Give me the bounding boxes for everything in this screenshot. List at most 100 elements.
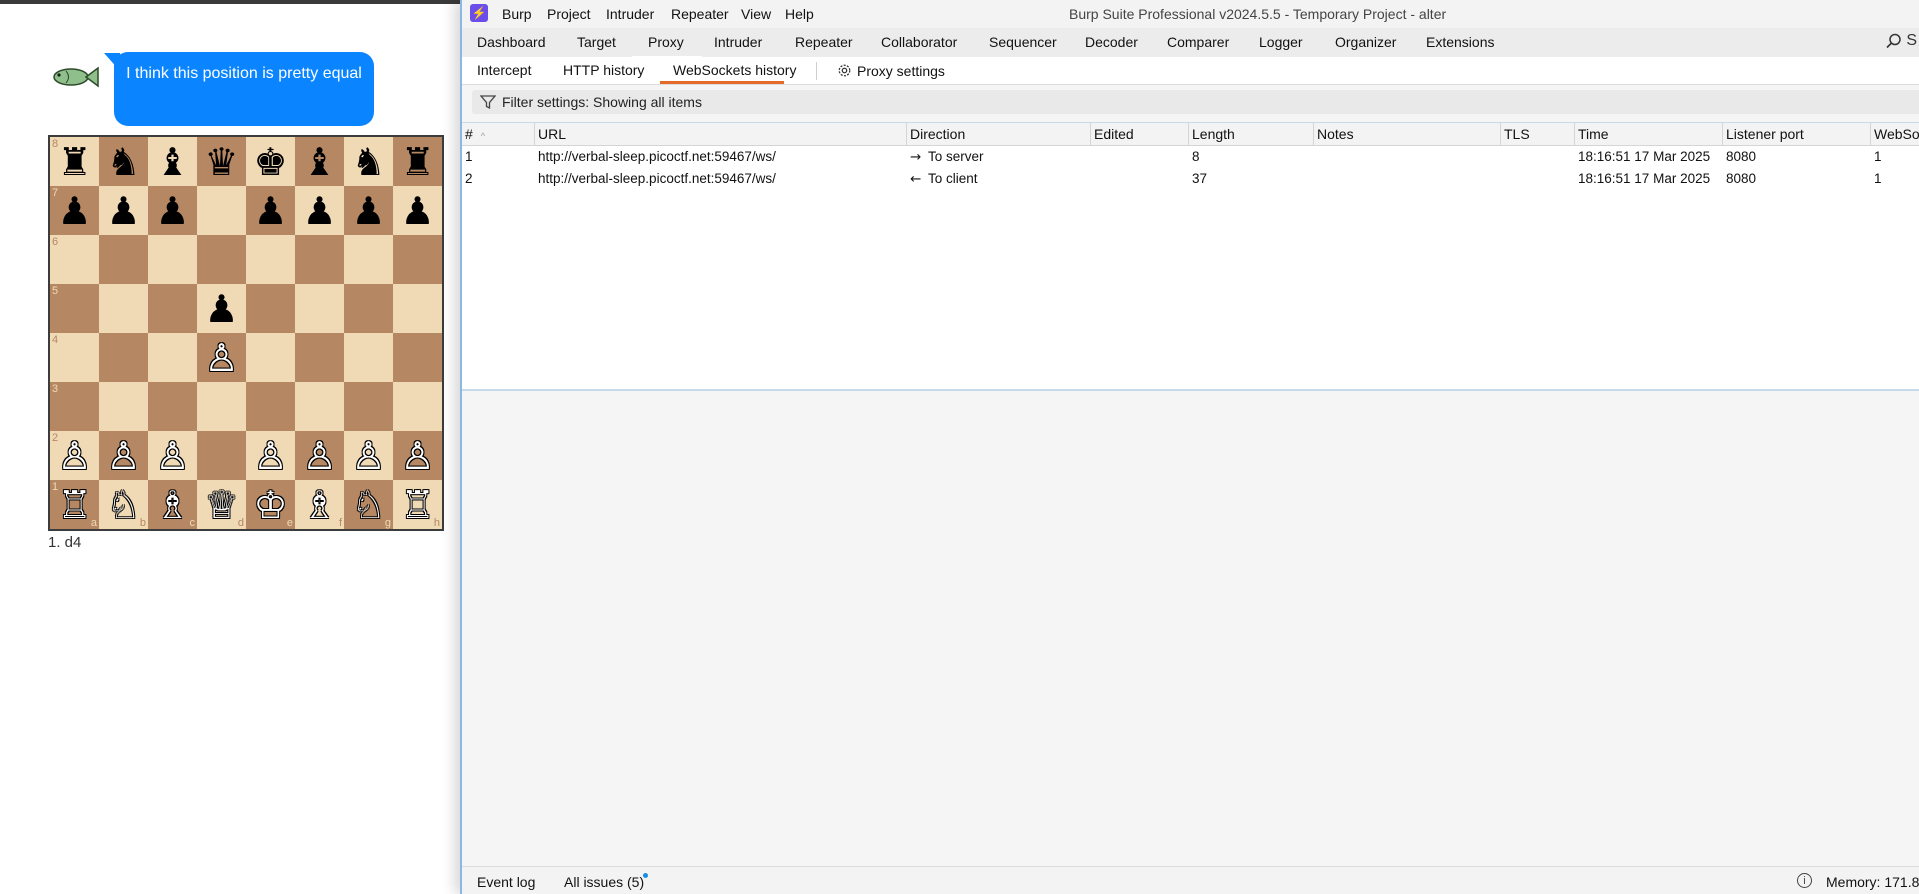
- board-square[interactable]: [99, 235, 148, 284]
- menu-burp[interactable]: Burp: [502, 6, 532, 22]
- board-square[interactable]: [344, 284, 393, 333]
- board-square[interactable]: [197, 431, 246, 480]
- col-notes[interactable]: Notes: [1314, 123, 1501, 145]
- tab-websockets-history[interactable]: WebSockets history: [673, 62, 796, 78]
- board-square[interactable]: [344, 235, 393, 284]
- tab-proxy[interactable]: Proxy: [648, 34, 684, 50]
- col-tls[interactable]: TLS: [1501, 123, 1575, 145]
- board-square[interactable]: [295, 382, 344, 431]
- board-square[interactable]: [99, 382, 148, 431]
- menu-repeater[interactable]: Repeater: [671, 6, 729, 22]
- black-piece[interactable]: ♟: [155, 192, 189, 230]
- tab-extensions[interactable]: Extensions: [1426, 34, 1494, 50]
- board-square[interactable]: [393, 382, 442, 431]
- tab-dashboard[interactable]: Dashboard: [477, 34, 546, 50]
- white-piece[interactable]: ♗: [155, 486, 189, 524]
- tab-organizer[interactable]: Organizer: [1335, 34, 1396, 50]
- white-piece[interactable]: ♕: [204, 486, 238, 524]
- board-square[interactable]: ♞: [99, 137, 148, 186]
- board-square[interactable]: ♙: [344, 431, 393, 480]
- board-square[interactable]: [344, 333, 393, 382]
- white-piece[interactable]: ♙: [253, 437, 287, 475]
- board-square[interactable]: [246, 235, 295, 284]
- col-url[interactable]: URL: [535, 123, 907, 145]
- board-square[interactable]: [148, 284, 197, 333]
- board-square[interactable]: c ♗: [148, 480, 197, 529]
- menu-project[interactable]: Project: [547, 6, 591, 22]
- black-piece[interactable]: ♟: [253, 192, 287, 230]
- board-square[interactable]: ♝: [148, 137, 197, 186]
- board-square[interactable]: h ♖: [393, 480, 442, 529]
- board-square[interactable]: [393, 333, 442, 382]
- board-square[interactable]: ♙: [393, 431, 442, 480]
- board-square[interactable]: 8 ♜: [50, 137, 99, 186]
- board-square[interactable]: [295, 235, 344, 284]
- board-square[interactable]: ♚: [246, 137, 295, 186]
- board-square[interactable]: 7 ♟: [50, 186, 99, 235]
- board-square[interactable]: 4: [50, 333, 99, 382]
- white-piece[interactable]: ♘: [351, 486, 385, 524]
- menu-intruder[interactable]: Intruder: [606, 6, 654, 22]
- tab-repeater[interactable]: Repeater: [795, 34, 853, 50]
- black-piece[interactable]: ♞: [351, 143, 385, 181]
- col-direction[interactable]: Direction: [907, 123, 1091, 145]
- black-piece[interactable]: ♝: [155, 143, 189, 181]
- board-square[interactable]: 3: [50, 382, 99, 431]
- proxy-settings-button[interactable]: Proxy settings: [836, 62, 945, 79]
- black-piece[interactable]: ♟: [351, 192, 385, 230]
- black-piece[interactable]: ♟: [400, 192, 434, 230]
- black-piece[interactable]: ♞: [106, 143, 140, 181]
- white-piece[interactable]: ♗: [302, 486, 336, 524]
- table-row[interactable]: 1 http://verbal-sleep.picoctf.net:59467/…: [462, 146, 1919, 168]
- board-square[interactable]: ♟: [393, 186, 442, 235]
- board-square[interactable]: [197, 186, 246, 235]
- event-log-button[interactable]: Event log: [477, 874, 535, 890]
- all-issues-button[interactable]: All issues (5): [564, 874, 644, 890]
- board-square[interactable]: [148, 235, 197, 284]
- board-square[interactable]: 2 ♙: [50, 431, 99, 480]
- board-square[interactable]: d ♕: [197, 480, 246, 529]
- board-square[interactable]: 1 a ♖: [50, 480, 99, 529]
- black-piece[interactable]: ♜: [400, 143, 434, 181]
- black-piece[interactable]: ♜: [57, 143, 91, 181]
- board-square[interactable]: ♟: [246, 186, 295, 235]
- board-square[interactable]: [197, 235, 246, 284]
- black-piece[interactable]: ♛: [204, 143, 238, 181]
- white-piece[interactable]: ♙: [351, 437, 385, 475]
- tab-intercept[interactable]: Intercept: [477, 62, 531, 78]
- board-square[interactable]: [393, 235, 442, 284]
- tab-target[interactable]: Target: [577, 34, 616, 50]
- board-square[interactable]: e ♔: [246, 480, 295, 529]
- board-square[interactable]: ♝: [295, 137, 344, 186]
- menu-help[interactable]: Help: [785, 6, 814, 22]
- board-square[interactable]: [246, 284, 295, 333]
- black-piece[interactable]: ♟: [302, 192, 336, 230]
- menu-view[interactable]: View: [741, 6, 771, 22]
- board-square[interactable]: [148, 333, 197, 382]
- white-piece[interactable]: ♙: [204, 339, 238, 377]
- board-square[interactable]: [344, 382, 393, 431]
- board-square[interactable]: ♞: [344, 137, 393, 186]
- board-square[interactable]: ♙: [295, 431, 344, 480]
- board-square[interactable]: ♟: [99, 186, 148, 235]
- col-edited[interactable]: Edited: [1091, 123, 1189, 145]
- white-piece[interactable]: ♖: [400, 486, 434, 524]
- board-square[interactable]: [295, 333, 344, 382]
- white-piece[interactable]: ♘: [106, 486, 140, 524]
- black-piece[interactable]: ♚: [253, 143, 287, 181]
- white-piece[interactable]: ♔: [253, 486, 287, 524]
- board-square[interactable]: ♟: [197, 284, 246, 333]
- white-piece[interactable]: ♙: [400, 437, 434, 475]
- tab-comparer[interactable]: Comparer: [1167, 34, 1229, 50]
- black-piece[interactable]: ♟: [106, 192, 140, 230]
- col-number[interactable]: # ^: [462, 123, 535, 145]
- board-square[interactable]: b ♘: [99, 480, 148, 529]
- white-piece[interactable]: ♙: [57, 437, 91, 475]
- board-square[interactable]: ♙: [99, 431, 148, 480]
- table-row[interactable]: 2 http://verbal-sleep.picoctf.net:59467/…: [462, 168, 1919, 190]
- board-square[interactable]: [148, 382, 197, 431]
- board-square[interactable]: g ♘: [344, 480, 393, 529]
- board-square[interactable]: ♟: [344, 186, 393, 235]
- tab-decoder[interactable]: Decoder: [1085, 34, 1138, 50]
- col-length[interactable]: Length: [1189, 123, 1314, 145]
